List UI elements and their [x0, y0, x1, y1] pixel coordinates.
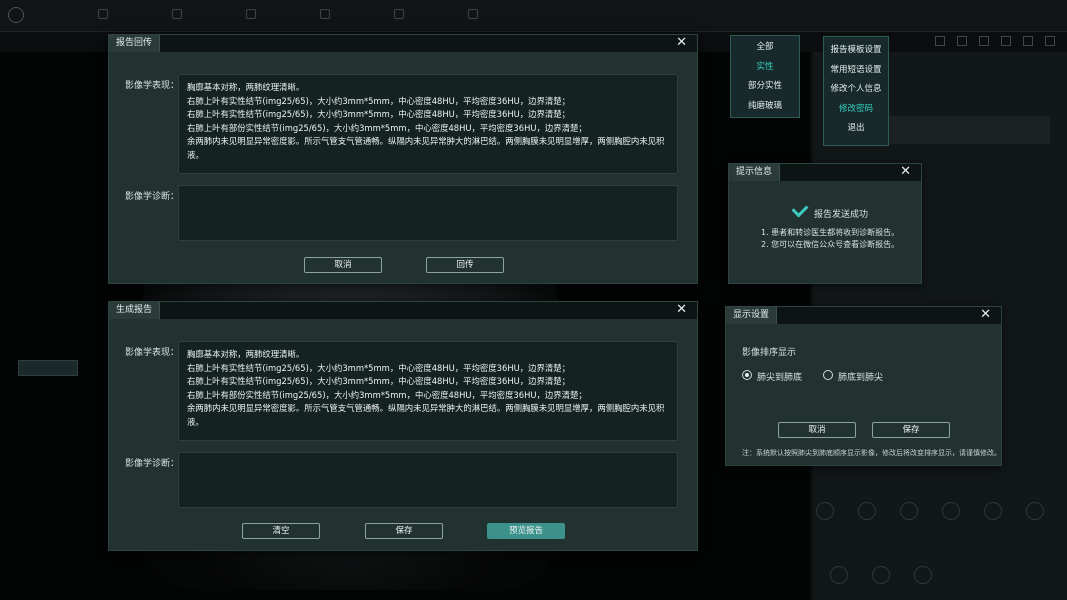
dialog-title: 提示信息	[729, 164, 781, 181]
findings-line: 胸廓基本对称，两肺纹理清晰。	[187, 82, 305, 92]
logo-icon	[8, 7, 24, 23]
diagnosis-label: 影像学诊断：	[125, 192, 180, 202]
top-nav-bar	[0, 0, 1067, 32]
preview-report-button[interactable]: 预览报告	[487, 523, 565, 539]
diagnosis-textarea[interactable]	[178, 452, 678, 508]
close-icon[interactable]: ✕	[676, 36, 687, 50]
nav-icon	[320, 9, 330, 19]
cancel-button[interactable]: 取消	[304, 257, 382, 273]
menu-item-all[interactable]: 全部	[731, 38, 799, 58]
contrast-icon[interactable]	[1026, 502, 1044, 520]
menu-item-change-password[interactable]: 修改密码	[824, 100, 888, 120]
close-icon[interactable]: ✕	[900, 165, 911, 179]
nodule-type-menu: 全部 实性 部分实性 纯磨玻璃	[730, 35, 800, 118]
save-button[interactable]: 保存	[872, 422, 950, 438]
dialog-title: 生成报告	[109, 302, 161, 319]
move-icon[interactable]	[816, 502, 834, 520]
nav-item-1[interactable]	[98, 9, 108, 19]
display-settings-dialog: 显示设置 ✕ 影像排序显示 肺尖到肺底 肺底到肺尖 取消 保存 注：系统默认按照…	[725, 306, 1002, 466]
tool-icon[interactable]	[1001, 36, 1011, 46]
menu-item-solid[interactable]: 实性	[731, 58, 799, 78]
findings-line: 右肺上叶有实性结节(img25/65)，大小约3mm*5mm，中心密度48HU，…	[187, 109, 570, 120]
findings-line: 余两肺内未见明显异常密度影。所示气管支气管通畅。纵隔内未见异常肿大的淋巴结。两侧…	[187, 403, 665, 427]
nav-item-2[interactable]	[172, 9, 182, 19]
sort-section-label: 影像排序显示	[742, 348, 797, 358]
diagnosis-label: 影像学诊断：	[125, 459, 180, 469]
tool-icon[interactable]	[1023, 36, 1033, 46]
ellipse-icon[interactable]	[830, 566, 848, 584]
findings-label: 影像学表现：	[125, 81, 180, 91]
notice-dialog: 提示信息 ✕ 报告发送成功 1. 患者和转诊医生都将收到诊断报告。 2. 您可以…	[728, 163, 922, 284]
window-icon[interactable]	[984, 502, 1002, 520]
flip-icon[interactable]	[942, 502, 960, 520]
nav-item-6[interactable]	[468, 9, 478, 19]
option-label[interactable]: 肺底到肺尖	[838, 370, 883, 383]
close-icon[interactable]: ✕	[980, 308, 991, 322]
findings-line: 右肺上叶有实性结节(img25/65)，大小约3mm*5mm，中心密度48HU，…	[187, 362, 570, 373]
clear-button[interactable]: 清空	[242, 523, 320, 539]
nav-item-5[interactable]	[394, 9, 404, 19]
nav-icon	[394, 9, 404, 19]
line-icon[interactable]	[914, 566, 932, 584]
tool-icon[interactable]	[1045, 36, 1055, 46]
menu-item-template-settings[interactable]: 报告模板设置	[824, 41, 888, 61]
notice-line: 1. 患者和转诊医生都将收到诊断报告。	[761, 228, 900, 237]
diagnosis-textarea[interactable]	[178, 185, 678, 241]
save-button[interactable]: 保存	[365, 523, 443, 539]
nav-item-4[interactable]	[320, 9, 330, 19]
zoom-in-icon[interactable]	[858, 502, 876, 520]
dialog-title: 显示设置	[726, 307, 778, 324]
filter-dropdown[interactable]	[18, 360, 78, 376]
close-icon[interactable]: ✕	[676, 303, 687, 317]
menu-item-phrase-settings[interactable]: 常用短语设置	[824, 61, 888, 81]
eraser-icon[interactable]	[872, 566, 890, 584]
notice-message: 报告发送成功	[814, 210, 869, 220]
menu-item-edit-profile[interactable]: 修改个人信息	[824, 80, 888, 100]
cancel-button[interactable]: 取消	[778, 422, 856, 438]
tool-icon[interactable]	[935, 36, 945, 46]
dialog-header	[109, 35, 697, 52]
findings-line: 右肺上叶有部份实性结节(img25/65)，大小约3mm*5mm，中心密度48H…	[187, 389, 587, 400]
findings-textarea[interactable]: 胸廓基本对称，两肺纹理清晰。 右肺上叶有实性结节(img25/65)，大小约3m…	[178, 74, 678, 174]
generate-report-dialog: 生成报告 ✕ 影像学表现： 胸廓基本对称，两肺纹理清晰。 右肺上叶有实性结节(i…	[108, 301, 698, 551]
menu-item-part-solid[interactable]: 部分实性	[731, 77, 799, 97]
findings-line: 右肺上叶有实性结节(img25/65)，大小约3mm*5mm，中心密度48HU，…	[187, 95, 570, 106]
tool-icon[interactable]	[979, 36, 989, 46]
dialog-title: 报告回传	[109, 35, 161, 52]
findings-line: 胸廓基本对称，两肺纹理清晰。	[187, 349, 305, 359]
image-tools	[816, 502, 1044, 520]
nav-icon	[468, 9, 478, 19]
nav-icon	[98, 9, 108, 19]
nav-item-3[interactable]	[246, 9, 256, 19]
radio-apex-to-base[interactable]	[742, 370, 752, 380]
app-logo	[8, 7, 24, 23]
findings-label: 影像学表现：	[125, 348, 180, 358]
radio-base-to-apex[interactable]	[823, 370, 833, 380]
tool-icon[interactable]	[957, 36, 967, 46]
nav-icon	[172, 9, 182, 19]
return-button[interactable]: 回传	[426, 257, 504, 273]
dialog-header	[109, 302, 697, 319]
findings-line: 右肺上叶有实性结节(img25/65)，大小约3mm*5mm，中心密度48HU，…	[187, 376, 570, 387]
menu-item-logout[interactable]: 退出	[824, 119, 888, 139]
option-label[interactable]: 肺尖到肺底	[757, 370, 802, 383]
settings-note: 注：系统默认按照肺尖到肺底顺序显示影像，修改后将改变排序显示，请谨慎修改。	[742, 449, 1001, 457]
viewer-toolbar	[935, 36, 1055, 46]
nav-icon	[246, 9, 256, 19]
menu-item-ground-glass[interactable]: 纯磨玻璃	[731, 97, 799, 117]
findings-textarea[interactable]: 胸廓基本对称，两肺纹理清晰。 右肺上叶有实性结节(img25/65)，大小约3m…	[178, 341, 678, 441]
findings-line: 余两肺内未见明显异常密度影。所示气管支气管通畅。纵隔内未见异常肿大的淋巴结。两侧…	[187, 136, 665, 160]
findings-line: 右肺上叶有部份实性结节(img25/65)，大小约3mm*5mm，中心密度48H…	[187, 122, 587, 133]
notice-line: 2. 您可以在微信公众号查看诊断报告。	[761, 240, 900, 249]
check-icon	[791, 200, 809, 218]
user-menu: 报告模板设置 常用短语设置 修改个人信息 修改密码 退出	[823, 36, 889, 146]
report-return-dialog: 报告回传 ✕ 影像学表现： 胸廓基本对称，两肺纹理清晰。 右肺上叶有实性结节(i…	[108, 34, 698, 284]
annotation-tools	[830, 566, 932, 584]
zoom-out-icon[interactable]	[900, 502, 918, 520]
